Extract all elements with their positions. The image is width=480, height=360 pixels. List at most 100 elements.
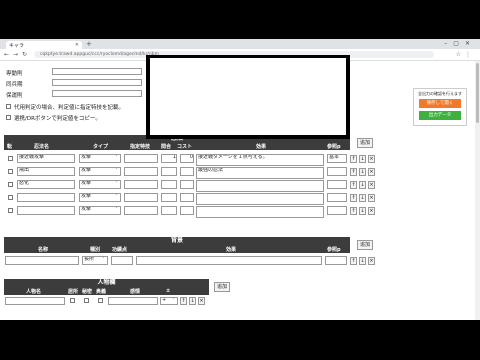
col-header: 転 <box>7 144 13 150</box>
ninpo-effect-input[interactable]: 接近戦ダメージを１点与える。 <box>196 154 324 166</box>
delete-row-button[interactable]: × <box>368 207 375 215</box>
ninpo-skill-input[interactable] <box>124 193 158 202</box>
ninpo-type-select[interactable]: 攻撃 ﹀ <box>79 167 121 176</box>
delete-row-button[interactable]: × <box>198 297 205 305</box>
move-up-button[interactable]: ↑ <box>350 168 357 176</box>
save-open-button[interactable]: 保存して開く <box>419 99 461 108</box>
background-ref-input[interactable] <box>325 256 347 265</box>
ninpo-name-input[interactable] <box>17 193 75 202</box>
ninpo-cost-input[interactable] <box>180 180 194 189</box>
ninpo-ref-input[interactable] <box>327 206 347 215</box>
ninpo-skill-input[interactable] <box>124 206 158 215</box>
delete-row-button[interactable]: × <box>368 168 375 176</box>
scrollbar-thumb[interactable] <box>476 63 479 123</box>
ninpo-range-input[interactable] <box>161 193 177 202</box>
ninpo-type-select[interactable]: 攻撃 ﹀ <box>79 180 121 189</box>
chevron-down-icon: ﹀ <box>113 193 119 199</box>
ninpo-ref-input[interactable]: 基本 <box>327 154 347 163</box>
ninpo-cost-input[interactable]: 0 <box>180 154 194 163</box>
secret-checkbox[interactable] <box>84 298 89 303</box>
field-input[interactable] <box>52 90 142 97</box>
ninpo-type-select[interactable]: 攻撃 ﹀ <box>79 193 121 202</box>
ninpo-checkbox[interactable] <box>8 156 13 161</box>
move-down-button[interactable]: ↓ <box>359 257 366 265</box>
ninpo-ref-input[interactable] <box>327 167 347 176</box>
tab-bar: キャラ ✕ + –▢✕ <box>0 39 480 49</box>
back-icon[interactable]: ← <box>4 51 9 58</box>
background-kind-select[interactable]: 長所 ﹀ <box>82 256 108 265</box>
ninpo-name-input[interactable]: 接近戦攻撃 <box>17 154 75 163</box>
new-tab-button[interactable]: + <box>86 40 92 48</box>
ninpo-cost-input[interactable] <box>180 206 194 215</box>
ninpo-range-input[interactable]: 1 <box>161 154 177 163</box>
forward-icon[interactable]: → <box>13 51 18 58</box>
ninpo-type-select[interactable]: 攻撃 ﹀ <box>79 154 121 163</box>
ninpo-ref-input[interactable] <box>327 193 347 202</box>
move-down-button[interactable]: ↓ <box>359 181 366 189</box>
col-header: コスト <box>177 144 193 150</box>
ninpo-effect-input[interactable] <box>196 180 324 192</box>
background-points-input[interactable] <box>111 256 133 265</box>
background-effect-input[interactable] <box>136 256 322 265</box>
delete-row-button[interactable]: × <box>368 194 375 202</box>
delete-row-button[interactable]: × <box>368 155 375 163</box>
output-data-button[interactable]: 出力データ <box>419 111 461 120</box>
move-down-button[interactable]: ↓ <box>189 297 196 305</box>
ninpo-effect-input[interactable] <box>196 193 324 205</box>
background-add-button[interactable]: 追加 <box>357 240 373 250</box>
ninpo-name-input[interactable]: 飛出 <box>17 167 75 176</box>
ninpo-skill-input[interactable] <box>124 180 158 189</box>
toolbar-icons[interactable]: ☆⋮ <box>456 51 475 58</box>
ninpo-checkbox[interactable] <box>8 182 13 187</box>
location-checkbox[interactable] <box>70 298 75 303</box>
move-up-button[interactable]: ↑ <box>350 207 357 215</box>
emotion-input[interactable] <box>108 297 158 305</box>
field-input[interactable] <box>52 68 142 75</box>
ninpo-cost-input[interactable] <box>180 167 194 176</box>
ninpo-range-input[interactable] <box>161 167 177 176</box>
ougi-checkbox[interactable] <box>98 298 103 303</box>
ninpo-type-select[interactable]: 攻撃 ﹀ <box>79 206 121 215</box>
personnel-add-button[interactable]: 追加 <box>214 282 230 292</box>
ninpo-checkbox[interactable] <box>8 195 13 200</box>
background-name-input[interactable] <box>5 256 79 265</box>
reload-icon[interactable]: ↻ <box>22 51 27 58</box>
ninpo-checkbox[interactable] <box>8 169 13 174</box>
move-up-button[interactable]: ↑ <box>350 155 357 163</box>
move-up-button[interactable]: ↑ <box>350 257 357 265</box>
move-up-button[interactable]: ↑ <box>350 181 357 189</box>
move-up-button[interactable]: ↑ <box>350 194 357 202</box>
ninpo-add-button[interactable]: 追加 <box>357 138 373 148</box>
move-down-button[interactable]: ↓ <box>359 207 366 215</box>
ninpo-checkbox[interactable] <box>8 208 13 213</box>
ninpo-range-input[interactable] <box>161 206 177 215</box>
window-controls[interactable]: –▢✕ <box>444 40 476 47</box>
ninpo-range-input[interactable] <box>161 180 177 189</box>
option-checkbox[interactable] <box>6 115 11 120</box>
ninpo-skill-input[interactable] <box>124 154 158 163</box>
move-down-button[interactable]: ↓ <box>359 194 366 202</box>
popup-panel <box>150 58 346 135</box>
person-name-input[interactable] <box>5 297 65 305</box>
ninpo-effect-input[interactable] <box>196 206 324 218</box>
pm-select[interactable]: + ﹀ <box>160 297 178 305</box>
ninpo-name-input[interactable] <box>17 206 75 215</box>
ninpo-ref-input[interactable] <box>327 180 347 189</box>
browser-tab[interactable]: キャラ ✕ <box>6 41 82 49</box>
move-down-button[interactable]: ↓ <box>359 155 366 163</box>
option-checkbox[interactable] <box>6 104 11 109</box>
delete-row-button[interactable]: × <box>368 257 375 265</box>
ninpo-name-input[interactable]: 怒化 <box>17 180 75 189</box>
move-down-button[interactable]: ↓ <box>359 168 366 176</box>
move-up-button[interactable]: ↑ <box>180 297 187 305</box>
ninpo-effect-input[interactable]: 最強の忍法 <box>196 167 324 179</box>
field-label: 専動則 <box>6 71 23 77</box>
field-input[interactable] <box>52 79 142 86</box>
delete-row-button[interactable]: × <box>368 181 375 189</box>
col-header: 忍法名 <box>34 144 50 150</box>
ninpo-cost-input[interactable] <box>180 193 194 202</box>
background-header-row: 名称 種別 功績点 効果 参照p <box>4 245 350 253</box>
tab-title: キャラ <box>9 42 25 49</box>
close-tab-icon[interactable]: ✕ <box>75 42 79 48</box>
ninpo-skill-input[interactable] <box>124 167 158 176</box>
